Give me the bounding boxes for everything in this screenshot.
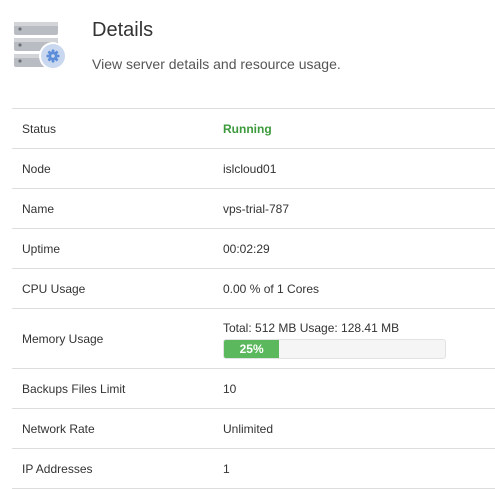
- row-node: Node islcloud01: [12, 149, 495, 189]
- page-header: Details View server details and resource…: [0, 0, 495, 100]
- memory-usage-block: Total: 512 MB Usage: 128.41 MB 25%: [223, 321, 446, 359]
- server-gear-icon: [14, 22, 67, 70]
- network-rate-label: Network Rate: [22, 421, 95, 436]
- memory-usage-label: Memory Usage: [22, 331, 104, 346]
- ip-addresses-value: 1: [223, 461, 230, 476]
- uptime-value: 00:02:29: [223, 241, 270, 256]
- memory-usage-value: Total: 512 MB Usage: 128.41 MB: [223, 321, 400, 335]
- page-title: Details: [92, 19, 154, 41]
- memory-progress-bar: 25%: [223, 339, 446, 359]
- network-rate-value: Unlimited: [223, 421, 274, 436]
- row-uptime: Uptime 00:02:29: [12, 229, 495, 269]
- row-backups-files-limit: Backups Files Limit 10: [12, 369, 495, 409]
- row-ip-addresses: IP Addresses 1: [12, 449, 495, 489]
- ip-addresses-label: IP Addresses: [22, 461, 93, 476]
- node-label: Node: [22, 161, 51, 176]
- row-name: Name vps-trial-787: [12, 189, 495, 229]
- row-status: Status Running: [12, 109, 495, 149]
- status-label: Status: [22, 121, 57, 136]
- row-cpu-usage: CPU Usage 0.00 % of 1 Cores: [12, 269, 495, 309]
- status-value: Running: [223, 121, 272, 136]
- cpu-usage-label: CPU Usage: [22, 281, 86, 296]
- name-value: vps-trial-787: [223, 201, 290, 216]
- cpu-usage-value: 0.00 % of 1 Cores: [223, 281, 320, 296]
- memory-progress-fill: 25%: [224, 340, 280, 358]
- row-network-rate: Network Rate Unlimited: [12, 409, 495, 449]
- details-table: Status Running Node islcloud01 Name vps-…: [12, 108, 495, 489]
- uptime-label: Uptime: [22, 241, 61, 256]
- node-value: islcloud01: [223, 161, 277, 176]
- name-label: Name: [22, 201, 55, 216]
- row-memory-usage: Memory Usage Total: 512 MB Usage: 128.41…: [12, 309, 495, 369]
- backups-files-limit-label: Backups Files Limit: [22, 381, 126, 396]
- page-subtitle: View server details and resource usage.: [92, 56, 341, 72]
- backups-files-limit-value: 10: [223, 381, 237, 396]
